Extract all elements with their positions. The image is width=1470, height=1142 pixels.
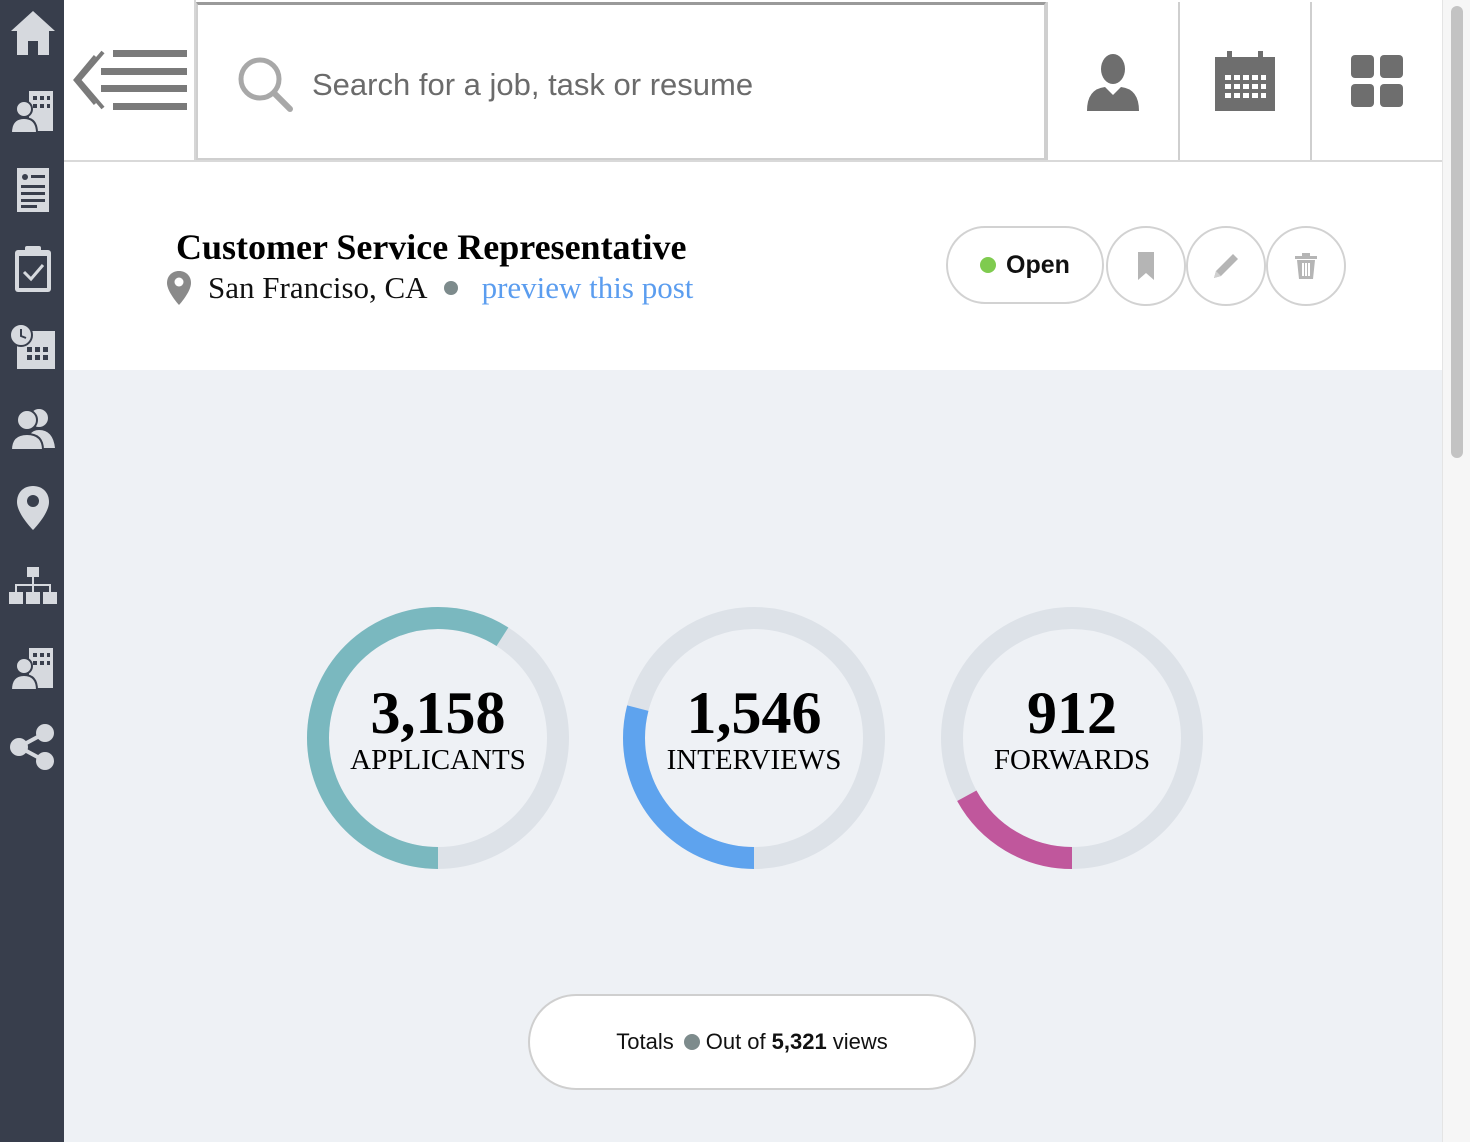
company-users-icon[interactable] [6, 84, 60, 138]
status-dot [980, 257, 997, 273]
status-toggle-button[interactable]: Open [946, 226, 1104, 304]
totals-views-count: 5,321 [771, 1029, 827, 1054]
bookmark-icon [1138, 252, 1154, 280]
search-icon [238, 57, 293, 112]
share-icon[interactable] [6, 720, 60, 774]
apps-grid-button[interactable] [1310, 2, 1442, 160]
vertical-scrollbar[interactable] [1442, 0, 1470, 1142]
menu-toggle-button[interactable] [64, 0, 196, 160]
clipboard-check-icon[interactable] [6, 243, 60, 297]
status-label: Open [1006, 250, 1070, 279]
org-chart-icon[interactable] [6, 560, 60, 614]
forwards-gauge: 912 FORWARDS [938, 604, 1206, 872]
job-meta: San Franciso, CA preview this post [166, 268, 693, 308]
applicants-gauge: 3,158 APPLICANTS [304, 604, 572, 872]
pencil-icon [1214, 254, 1238, 278]
separator-dot [683, 1034, 700, 1050]
job-header: Customer Service Representative San Fran… [64, 162, 1442, 370]
top-bar [64, 0, 1442, 162]
profile-button[interactable] [1046, 2, 1178, 160]
scrollbar-thumb[interactable] [1451, 6, 1463, 458]
gauge-text: 3,158 APPLICANTS [304, 682, 572, 776]
totals-label: Totals [616, 1029, 674, 1054]
totals-suffix: views [832, 1029, 888, 1054]
interviews-gauge: 1,546 INTERVIEWS [620, 604, 888, 872]
applicants-count: 3,158 [370, 680, 506, 746]
trash-icon [1295, 253, 1317, 279]
resume-document-icon[interactable] [6, 163, 60, 217]
contacts-icon[interactable] [6, 401, 60, 455]
interviews-count: 1,546 [686, 680, 822, 746]
calendar-clock-icon[interactable] [6, 320, 60, 374]
totals-prefix: Out of [705, 1029, 766, 1054]
grid-icon [1351, 55, 1403, 107]
edit-button[interactable] [1186, 226, 1266, 306]
bookmark-button[interactable] [1106, 226, 1186, 306]
delete-button[interactable] [1266, 226, 1346, 306]
totals-pill: Totals Out of 5,321 views [528, 994, 976, 1090]
calendar-icon [1215, 51, 1275, 111]
sidebar [0, 0, 64, 1142]
calendar-button[interactable] [1178, 2, 1310, 160]
search-input[interactable] [312, 55, 1012, 115]
gauge-text: 1,546 INTERVIEWS [620, 682, 888, 776]
gauge-text: 912 FORWARDS [938, 682, 1206, 776]
search-box [196, 2, 1046, 160]
stats-area: 3,158 APPLICANTS 1,546 INTERVIEWS 912 FO… [64, 370, 1442, 1142]
location-pin-icon[interactable] [6, 481, 60, 535]
job-title: Customer Service Representative [176, 227, 687, 267]
home-icon[interactable] [6, 6, 60, 60]
forwards-count: 912 [1027, 680, 1117, 746]
location-pin-icon [167, 271, 191, 305]
user-icon [1087, 54, 1139, 111]
forwards-label: FORWARDS [993, 744, 1151, 776]
separator-dot [443, 281, 458, 295]
applicants-label: APPLICANTS [350, 744, 526, 776]
interviews-label: INTERVIEWS [666, 744, 842, 776]
preview-post-link[interactable]: preview this post [482, 270, 694, 306]
company-users-icon[interactable] [6, 641, 60, 695]
job-location: San Franciso, CA [208, 270, 428, 305]
menu-collapse-icon [73, 50, 187, 110]
